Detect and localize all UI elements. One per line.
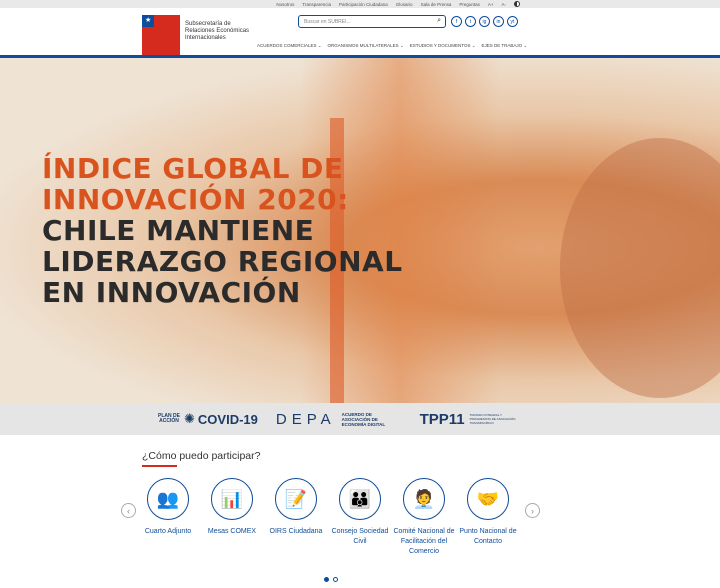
font-decrease-button[interactable]: A- [502, 2, 507, 7]
form-icon: 📝 [275, 478, 317, 520]
covid-label: COVID-19 [197, 411, 258, 427]
carousel-pagination [324, 577, 338, 582]
link-preguntas[interactable]: Preguntas [459, 2, 480, 7]
nav-label: EJES DE TRABAJO [481, 43, 523, 48]
linkedin-icon[interactable]: in [493, 16, 504, 27]
item-label: Cuarto Adjunto [144, 528, 192, 535]
carousel-next-button[interactable]: › [525, 503, 540, 518]
featured-links-strip: PLAN DE ACCIÓN ✺ COVID-19 DEPA ACUERDO D… [0, 403, 720, 435]
tpp11-link[interactable]: TPP11 TRATADO INTEGRAL Y PROGRESISTA DE … [420, 411, 520, 428]
covid-small-label: PLAN DE ACCIÓN [158, 413, 180, 424]
item-comite[interactable]: 🧑‍💼 Comité Nacional de Facilitación del C… [392, 478, 456, 557]
page-dot-1[interactable] [324, 577, 329, 582]
instagram-icon[interactable]: ig [479, 16, 490, 27]
meeting-icon: 🧑‍💼 [403, 478, 445, 520]
depa-label: DEPA [275, 410, 336, 428]
hero-headline: ÍNDICE GLOBAL DE INNOVACIÓN 2020: CHILE … [42, 153, 403, 308]
nav-acuerdos[interactable]: ACUERDOS COMERCIALES ⌄ [257, 43, 322, 49]
people-icon: 👪 [339, 478, 381, 520]
brand-name[interactable]: Subsecretaría de Relaciones Económicas I… [185, 21, 249, 42]
section-title: ¿Cómo puedo participar? [142, 450, 261, 462]
nav-estudios[interactable]: ESTUDIOS Y DOCUMENTOS ⌄ [410, 43, 476, 49]
search-icon[interactable]: ⌕ [437, 17, 441, 25]
virus-icon: ✺ [184, 411, 195, 426]
carousel-prev-button[interactable]: ‹ [121, 503, 136, 518]
twitter-icon[interactable]: t [465, 16, 476, 27]
tpp-label: TPP11 [419, 410, 465, 428]
item-label: Mesas COMEX [207, 528, 257, 535]
brand-line: Subsecretaría de [185, 21, 231, 27]
item-consejo[interactable]: 👪 Consejo Sociedad Civil [328, 478, 392, 547]
covid-plan-link[interactable]: PLAN DE ACCIÓN ✺ COVID-19 [157, 411, 258, 427]
page-dot-2[interactable] [333, 577, 338, 582]
headline-line: LIDERAZGO REGIONAL [42, 245, 403, 278]
search-input[interactable]: Buscar en SUBREI... ⌕ [298, 15, 446, 28]
facebook-icon[interactable]: f [451, 16, 462, 27]
presentation-icon: 📊 [211, 478, 253, 520]
search-placeholder: Buscar en SUBREI... [304, 19, 351, 25]
main-nav: ACUERDOS COMERCIALES ⌄ ORGANISMOS MULTIL… [257, 43, 527, 49]
nav-label: ORGANISMOS MULTILATERALES [327, 43, 399, 48]
item-label: Comité Nacional de Facilitación del Come… [393, 528, 455, 555]
site-header: ★ Subsecretaría de Relaciones Económicas… [0, 8, 720, 57]
item-cuarto-adjunto[interactable]: 👥 Cuarto Adjunto [136, 478, 200, 537]
headline-line: EN INNOVACIÓN [42, 276, 301, 309]
nav-label: ESTUDIOS Y DOCUMENTOS [409, 43, 471, 48]
brand-line: Relaciones Económicas [185, 28, 250, 34]
item-punto-contacto[interactable]: 🤝 Punto Nacional de Contacto [456, 478, 520, 547]
title-underline [142, 465, 177, 467]
link-transparencia[interactable]: Transparencia [302, 2, 331, 7]
font-increase-button[interactable]: A+ [488, 2, 494, 7]
hero-banner[interactable]: ÍNDICE GLOBAL DE INNOVACIÓN 2020: CHILE … [0, 58, 720, 403]
top-utility-bar: Nosotros Transparencia Participación Ciu… [0, 0, 720, 8]
social-links: f t ig in yt [451, 16, 518, 27]
item-mesas-comex[interactable]: 📊 Mesas COMEX [200, 478, 264, 537]
link-sala-prensa[interactable]: Sala de Prensa [421, 2, 452, 7]
youtube-icon[interactable]: yt [507, 16, 518, 27]
link-nosotros[interactable]: Nosotros [276, 2, 294, 7]
link-participacion[interactable]: Participación Ciudadana [339, 2, 388, 7]
item-label: Consejo Sociedad Civil [331, 528, 389, 545]
nav-ejes[interactable]: EJES DE TRABAJO ⌄ [481, 43, 527, 49]
handshake-icon: 🤝 [467, 478, 509, 520]
item-oirs[interactable]: 📝 OIRS Ciudadana [264, 478, 328, 537]
government-logo[interactable]: ★ [142, 15, 180, 57]
headline-line: INNOVACIÓN 2020: [42, 183, 349, 216]
item-label: Punto Nacional de Contacto [459, 528, 517, 545]
depa-subtitle: ACUERDO DE ASOCIACIÓN DE ECONOMÍA DIGITA… [341, 411, 386, 427]
item-label: OIRS Ciudadana [269, 528, 323, 535]
group-icon: 👥 [147, 478, 189, 520]
hero-portrait [560, 138, 720, 398]
depa-link[interactable]: DEPA ACUERDO DE ASOCIACIÓN DE ECONOMÍA D… [276, 411, 402, 428]
brand-line: Internacionales [185, 35, 226, 41]
tpp-subtitle: TRATADO INTEGRAL Y PROGRESISTA DE ASOCIA… [469, 413, 516, 425]
nav-organismos[interactable]: ORGANISMOS MULTILATERALES ⌄ [328, 43, 404, 49]
headline-line: ÍNDICE GLOBAL DE [42, 152, 344, 185]
contrast-icon[interactable] [514, 1, 520, 7]
headline-line: CHILE MANTIENE [42, 214, 315, 247]
link-glosario[interactable]: Glosario [396, 2, 413, 7]
nav-label: ACUERDOS COMERCIALES [257, 43, 317, 48]
